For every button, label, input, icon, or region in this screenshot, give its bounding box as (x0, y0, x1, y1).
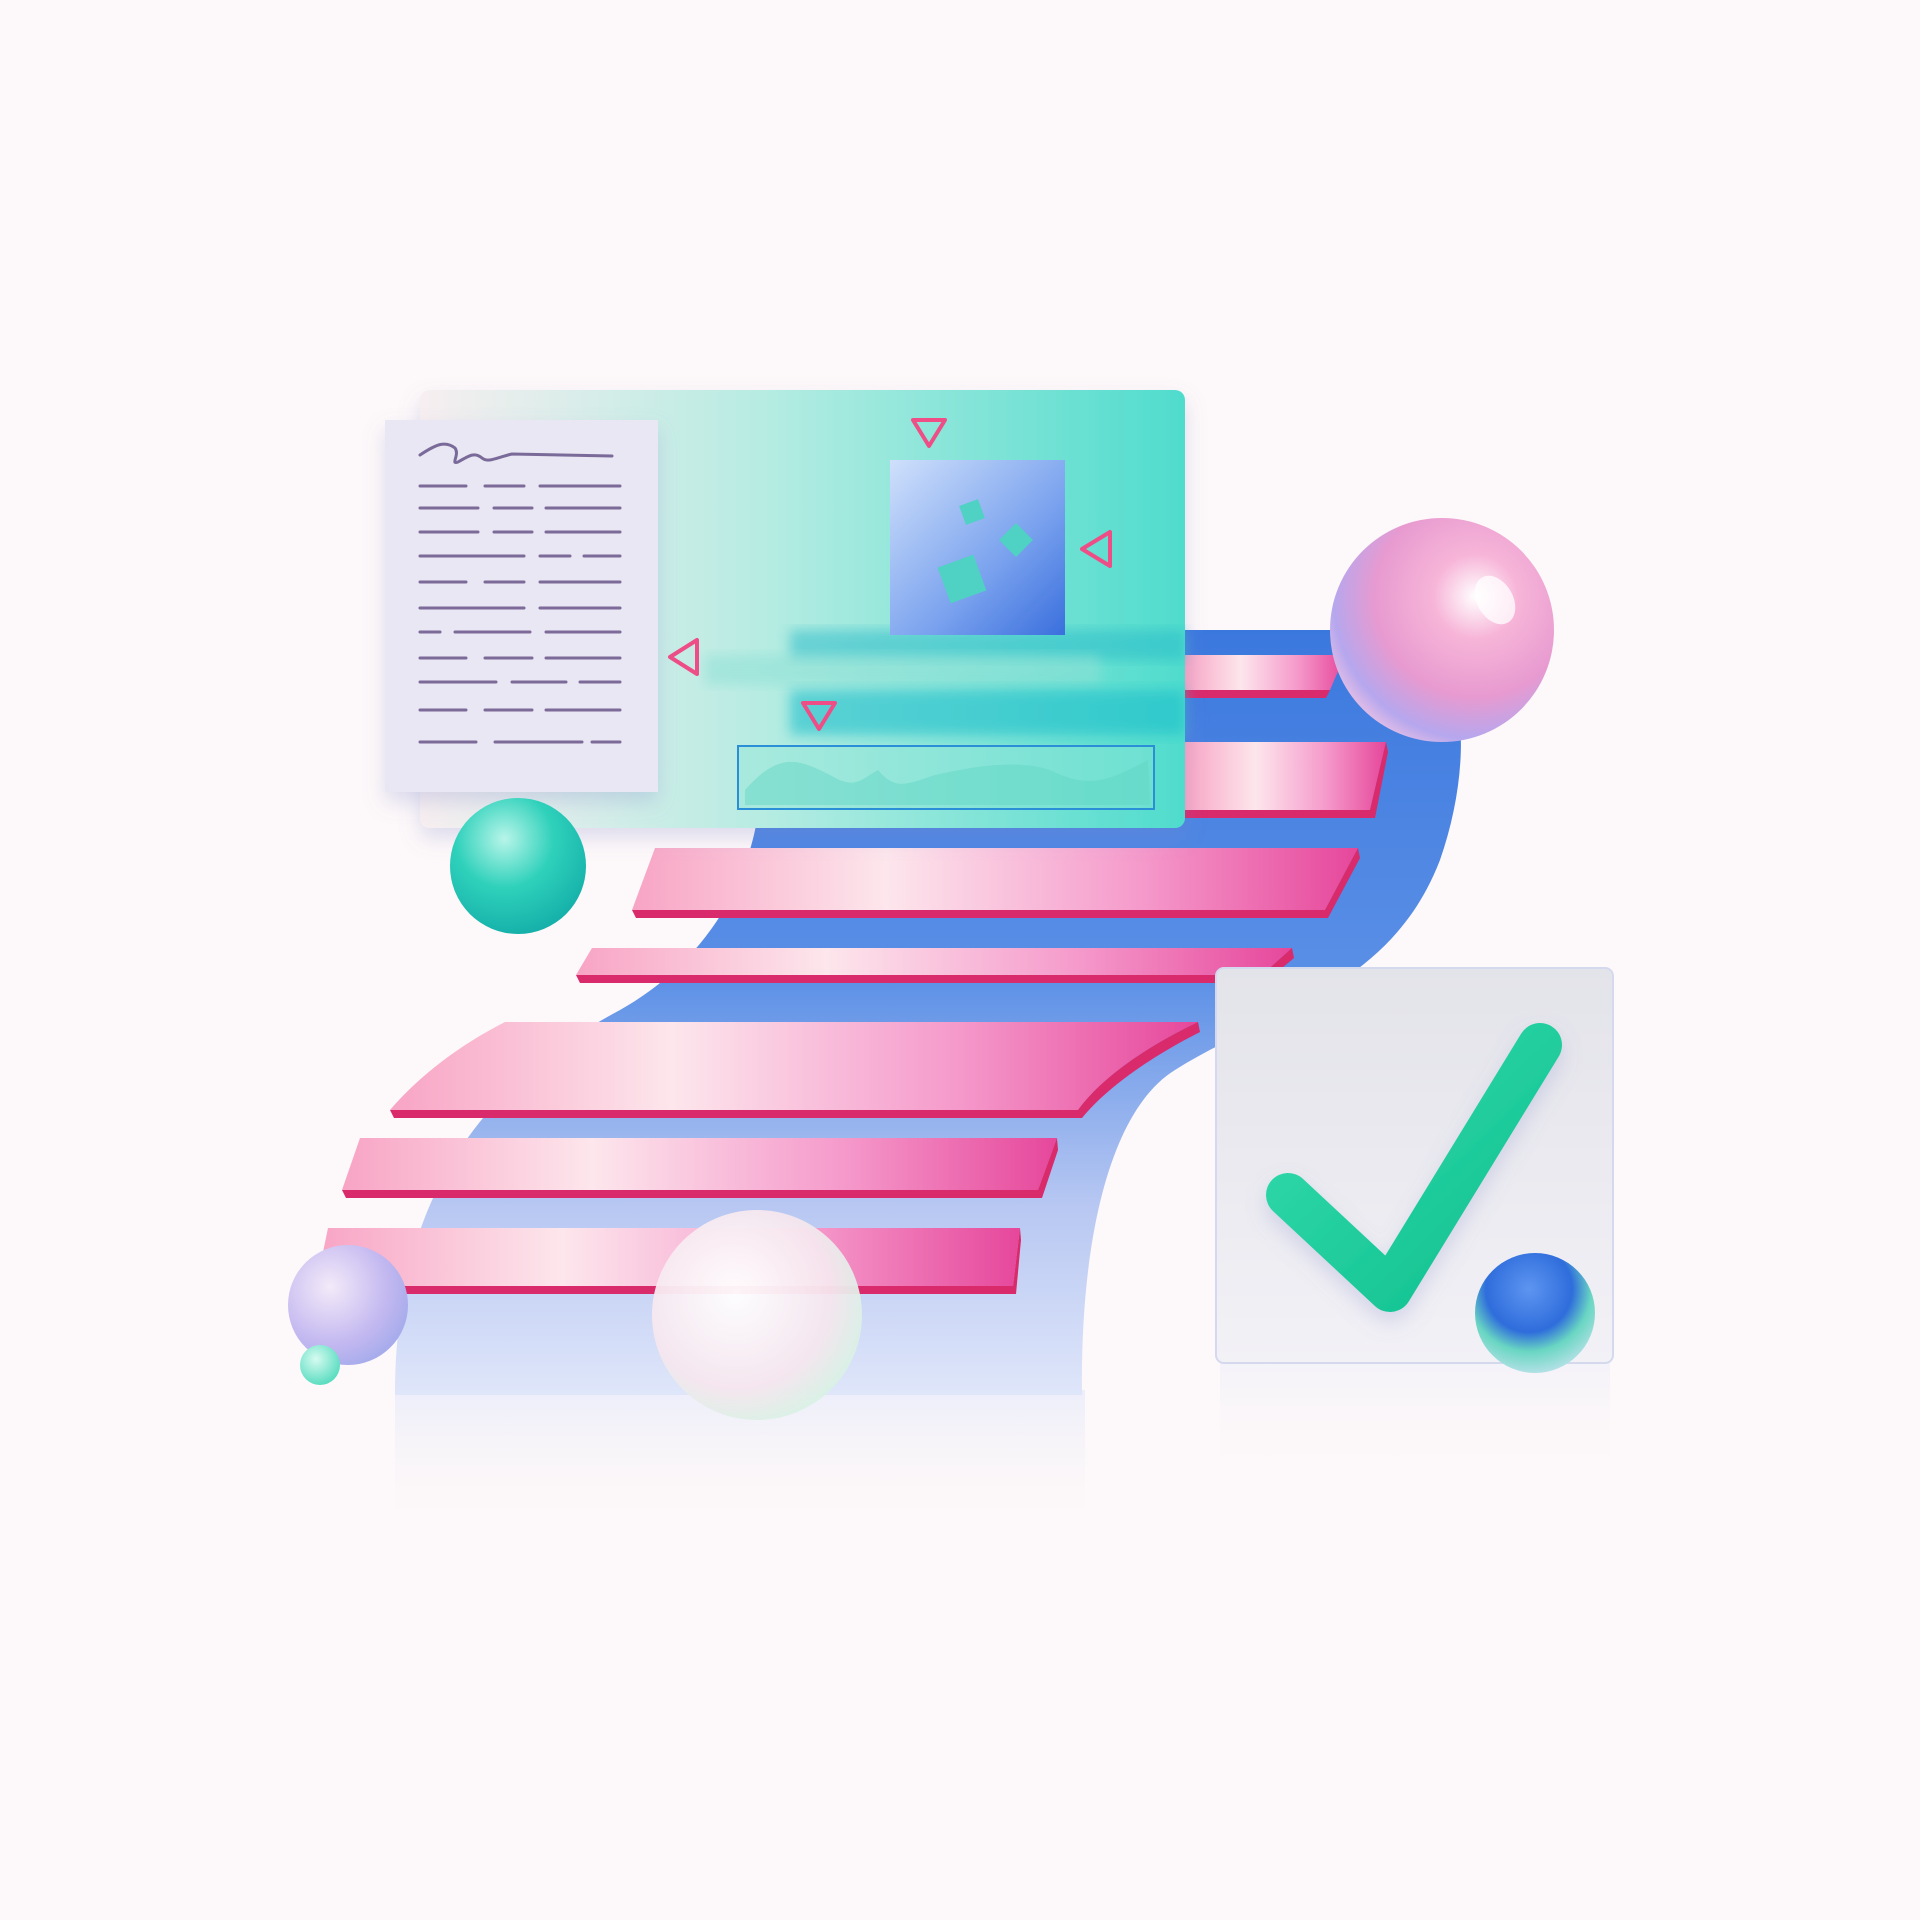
document-paper (385, 420, 658, 792)
card-bar-2 (705, 655, 1100, 685)
step-2 (1185, 742, 1386, 810)
card-bar-3 (790, 690, 1185, 735)
step-1 (1185, 655, 1345, 690)
check-reflection (1220, 1360, 1610, 1480)
mint-sphere-small (300, 1345, 340, 1385)
check-card (1215, 967, 1614, 1373)
blue-sphere (1475, 1253, 1595, 1373)
document-icon (385, 420, 658, 792)
waveform-icon (737, 745, 1155, 810)
step-3 (632, 848, 1358, 910)
step-6 (342, 1138, 1057, 1190)
step-4 (576, 948, 1292, 975)
step-5 (390, 1022, 1198, 1110)
white-sphere (652, 1210, 862, 1420)
pink-sphere (1330, 518, 1554, 742)
lavender-sphere (288, 1245, 408, 1365)
image-frame-panel (890, 460, 1065, 635)
illustration-canvas (288, 390, 1614, 1530)
illustration-scene (0, 0, 1920, 1920)
teal-sphere (450, 798, 586, 934)
step-1-edge (1185, 690, 1330, 698)
image-frame-icon (890, 460, 1065, 635)
